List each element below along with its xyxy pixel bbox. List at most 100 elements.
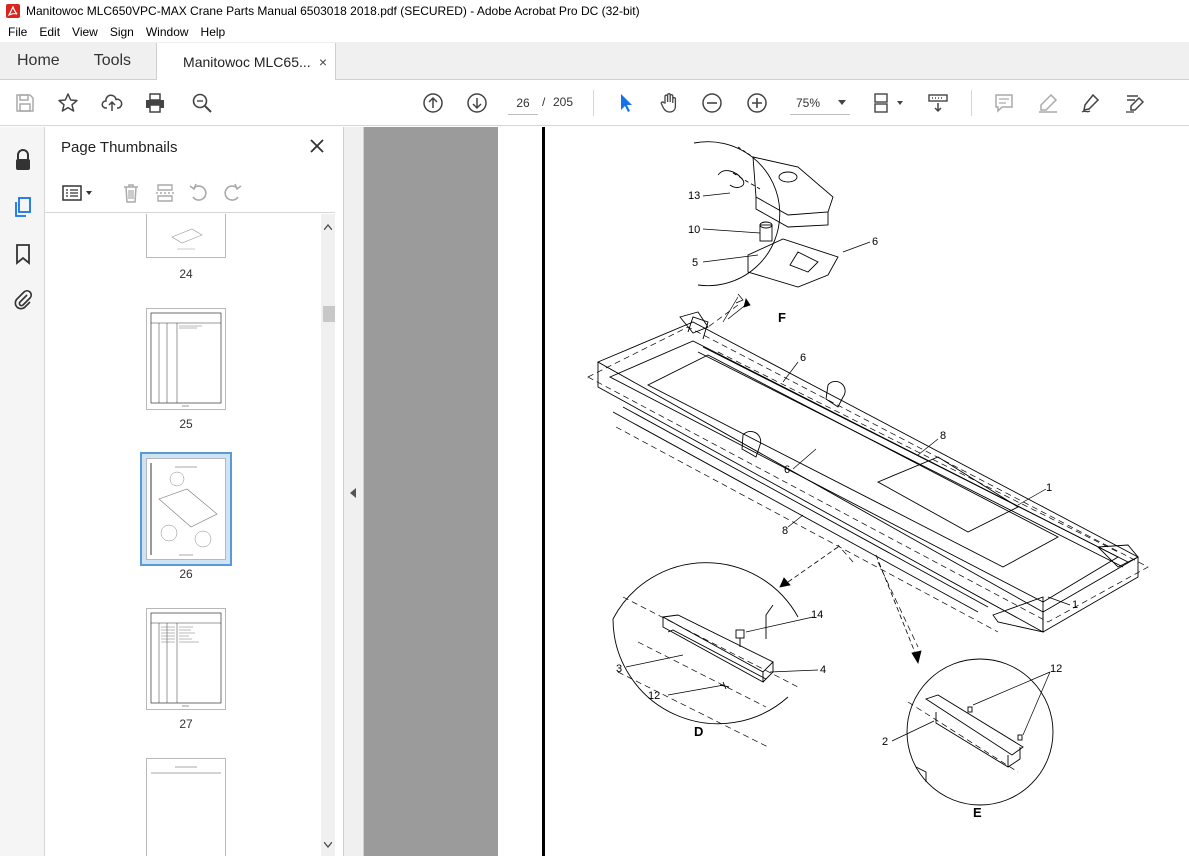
menu-edit[interactable]: Edit <box>33 25 66 39</box>
callout-2: 2 <box>882 736 888 748</box>
callout-6-left: 6 <box>784 464 790 476</box>
frame-hidden-lines <box>587 304 1149 648</box>
callout-12-e: 12 <box>1050 663 1062 675</box>
tab-tools[interactable]: Tools <box>77 42 148 79</box>
zoom-in-icon[interactable] <box>745 91 769 115</box>
rotate-ccw-icon[interactable] <box>187 181 211 205</box>
page-up-icon[interactable] <box>421 91 445 115</box>
thumbnail-label: 25 <box>179 417 193 431</box>
comment-icon[interactable] <box>992 91 1016 115</box>
window-title: Manitowoc MLC650VPC-MAX Crane Parts Manu… <box>26 4 640 18</box>
tab-home[interactable]: Home <box>0 42 77 79</box>
thumbnail-page-27[interactable] <box>146 608 226 710</box>
rotate-cw-icon[interactable] <box>220 181 244 205</box>
thumbnail-page-26[interactable] <box>146 458 226 560</box>
zoom-value: 75% <box>796 95 821 110</box>
upload-icon[interactable] <box>100 91 124 115</box>
page-total: 205 <box>553 95 574 109</box>
thumbnail-page-24[interactable] <box>146 214 226 258</box>
page-separator: / <box>542 95 546 109</box>
callout-6-detail-f: 6 <box>872 236 878 248</box>
options-menu-icon[interactable] <box>61 181 97 205</box>
thumbnail-toolbar <box>45 173 335 213</box>
print-icon[interactable] <box>143 91 167 115</box>
scroll-up-icon[interactable] <box>324 224 332 230</box>
view-label-d: D <box>694 724 703 739</box>
left-navigation-rail <box>0 127 45 856</box>
callout-5: 5 <box>692 257 698 269</box>
detail-e-hidden <box>907 701 1019 773</box>
toolbar-divider <box>593 90 594 116</box>
zoom-search-icon[interactable] <box>190 91 214 115</box>
select-pointer-icon[interactable] <box>614 91 638 115</box>
scroll-mode-icon[interactable] <box>926 91 950 115</box>
close-tab-icon[interactable]: × <box>319 54 327 70</box>
tab-document-label: Manitowoc MLC65... <box>183 53 311 70</box>
sign-icon[interactable] <box>1079 91 1103 115</box>
callout-leaders-f <box>702 192 871 323</box>
thumbnail-list: 24 25 26 27 28 <box>45 214 321 856</box>
callout-4: 4 <box>820 664 826 676</box>
lock-icon[interactable] <box>10 147 36 173</box>
toolbar: / 205 75% <box>0 80 1189 126</box>
callout-1-lower: 1 <box>1072 599 1078 611</box>
detail-view-e <box>906 658 1054 806</box>
page-number-input[interactable] <box>508 91 538 115</box>
callout-13: 13 <box>688 190 700 202</box>
menu-help[interactable]: Help <box>195 25 232 39</box>
chevron-down-icon <box>838 99 846 105</box>
page-thumbnails-panel: Page Thumbnails 24 25 26 27 <box>45 127 344 856</box>
zoom-out-icon[interactable] <box>700 91 724 115</box>
page-down-icon[interactable] <box>465 91 489 115</box>
tab-document[interactable]: Manitowoc MLC65... × <box>156 43 337 80</box>
view-label-e: E <box>973 805 982 820</box>
hand-icon[interactable] <box>657 91 681 115</box>
highlight-icon[interactable] <box>1036 91 1060 115</box>
detail-view-f <box>693 141 839 288</box>
scrollbar-thumb[interactable] <box>323 306 335 322</box>
detail-arrows <box>727 298 922 665</box>
callout-10: 10 <box>688 224 700 236</box>
menu-view[interactable]: View <box>66 25 104 39</box>
menu-window[interactable]: Window <box>140 25 195 39</box>
thumbnail-page-28[interactable] <box>146 758 226 856</box>
zoom-level-select[interactable]: 75% <box>790 91 850 115</box>
collapse-panel-icon[interactable] <box>350 488 356 498</box>
callout-3: 3 <box>616 663 622 675</box>
delete-icon[interactable] <box>119 181 143 205</box>
thumbnail-page-25[interactable] <box>146 308 226 410</box>
thumbnail-scrollbar[interactable] <box>321 214 335 856</box>
menu-bar: File Edit View Sign Window Help <box>0 22 1189 42</box>
crane-frame-assembly <box>596 311 1139 633</box>
menu-file[interactable]: File <box>2 25 33 39</box>
extract-icon[interactable] <box>153 181 177 205</box>
menu-sign[interactable]: Sign <box>104 25 140 39</box>
thumbnail-label: 26 <box>179 567 193 581</box>
panel-splitter[interactable] <box>344 127 364 856</box>
callout-leaders-e <box>891 671 1051 742</box>
thumbnail-label: 24 <box>179 267 193 281</box>
document-view[interactable]: 13 10 5 6 F 6 8 6 1 8 1 14 3 4 12 D 12 2… <box>364 127 1189 856</box>
callout-8: 8 <box>940 430 946 442</box>
parts-drawing: 13 10 5 6 F 6 8 6 1 8 1 14 3 4 12 D 12 2… <box>587 141 1149 820</box>
attachment-icon[interactable] <box>10 286 36 312</box>
pages-icon[interactable] <box>10 194 36 220</box>
title-bar: Manitowoc MLC650VPC-MAX Crane Parts Manu… <box>0 0 1189 22</box>
bookmark-icon[interactable] <box>10 241 36 267</box>
bookmark-star-icon[interactable] <box>56 91 80 115</box>
callout-1: 1 <box>1046 482 1052 494</box>
close-panel-icon[interactable] <box>307 136 327 156</box>
fill-sign-icon[interactable] <box>1123 91 1147 115</box>
toolbar-divider <box>971 90 972 116</box>
callout-14: 14 <box>811 609 823 621</box>
panel-title: Page Thumbnails <box>61 139 178 156</box>
view-label-f: F <box>778 310 786 325</box>
save-icon[interactable] <box>13 91 37 115</box>
callout-12-d: 12 <box>648 690 660 702</box>
callout-8-lower: 8 <box>782 525 788 537</box>
page-layout-icon[interactable] <box>871 91 907 115</box>
thumbnail-label: 27 <box>179 717 193 731</box>
scroll-down-icon[interactable] <box>324 842 332 848</box>
callout-6: 6 <box>800 352 806 364</box>
tab-bar: Home Tools Manitowoc MLC65... × <box>0 42 1189 80</box>
